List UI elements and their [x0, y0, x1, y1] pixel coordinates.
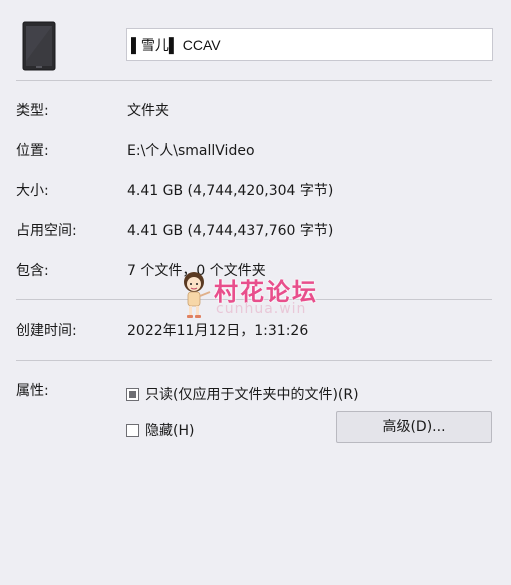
size-value: 4.41 GB (4,744,420,304 字节) — [127, 183, 334, 199]
size-on-disk-value: 4.41 GB (4,744,437,760 字节) — [127, 223, 334, 239]
watermark-domain: cunhua.win — [216, 301, 307, 317]
divider — [16, 80, 492, 81]
size-label: 大小: — [16, 183, 49, 199]
hidden-checkbox-label: 隐藏(H) — [145, 423, 195, 439]
divider — [16, 360, 492, 361]
location-value: E:\个人\smallVideo — [127, 143, 255, 159]
advanced-button[interactable]: 高级(D)... — [336, 411, 492, 443]
folder-properties-general-tab: 类型: 文件夹 位置: E:\个人\smallVideo 大小: 4.41 GB… — [0, 0, 511, 585]
folder-icon — [22, 21, 56, 71]
attributes-label: 属性: — [16, 383, 49, 399]
readonly-checkbox-label: 只读(仅应用于文件夹中的文件)(R) — [145, 387, 359, 403]
type-value: 文件夹 — [127, 103, 169, 119]
folder-name-input[interactable] — [126, 28, 493, 61]
readonly-checkbox-row[interactable]: 只读(仅应用于文件夹中的文件)(R) — [126, 385, 359, 403]
contains-value: 7 个文件，0 个文件夹 — [127, 263, 266, 279]
created-value: 2022年11月12日，1:31:26 — [127, 323, 309, 339]
size-on-disk-label: 占用空间: — [16, 223, 77, 239]
type-label: 类型: — [16, 103, 49, 119]
hidden-checkbox[interactable] — [126, 423, 139, 437]
readonly-checkbox[interactable] — [126, 387, 139, 401]
created-label: 创建时间: — [16, 323, 77, 339]
divider — [16, 299, 492, 300]
contains-label: 包含: — [16, 263, 49, 279]
hidden-checkbox-row[interactable]: 隐藏(H) — [126, 421, 194, 439]
location-label: 位置: — [16, 143, 49, 159]
